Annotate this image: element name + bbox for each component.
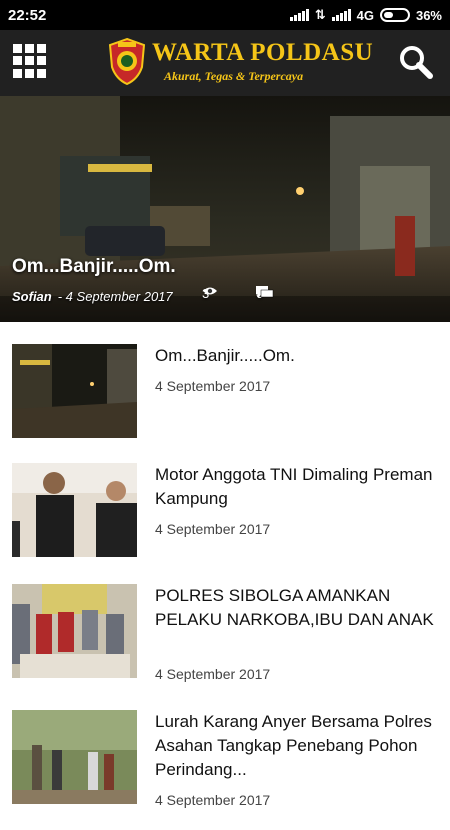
views-count: 3 [202,286,217,301]
article-thumbnail [12,463,137,557]
article-date: 4 September 2017 [155,521,271,537]
search-icon[interactable] [398,44,434,80]
status-bar: 22:52 ⇅ 4G 36% [0,0,450,30]
article-date: 4 September 2017 [155,378,271,394]
eye-icon [203,287,217,295]
list-item[interactable]: Motor Anggota TNI Dimaling Preman Kampun… [0,463,450,583]
status-time: 22:52 [8,6,47,24]
battery-icon [379,8,410,22]
data-transfer-icon: ⇅ [314,7,326,22]
featured-author[interactable]: Sofian [12,289,52,304]
article-thumbnail [12,344,137,438]
grid-menu-icon[interactable] [13,44,47,78]
logo-tagline: Akurat, Tegas & Terpercaya [164,69,304,83]
article-title[interactable]: POLRES SIBOLGA AMANKAN PELAKU NARKOBA,IB… [155,584,435,632]
app-bar: WARTA POLDASU Akurat, Tegas & Terpercaya [0,30,450,96]
battery-level: 36% [415,7,442,23]
list-item[interactable]: POLRES SIBOLGA AMANKAN PELAKU NARKOBA,IB… [0,584,450,704]
article-date: 4 September 2017 [155,666,271,682]
article-title[interactable]: Om...Banjir.....Om. [155,344,435,368]
signal-icon [289,9,309,21]
list-item[interactable]: Lurah Karang Anyer Bersama Polres Asahan… [0,710,450,830]
article-date: 4 September 2017 [155,792,271,808]
featured-article[interactable]: Om...Banjir.....Om. Sofian - 4 September… [0,96,450,322]
featured-meta: Sofian - 4 September 2017 3 0 [12,286,442,306]
app-logo[interactable]: WARTA POLDASU Akurat, Tegas & Terpercaya [108,37,373,89]
list-item[interactable]: Om...Banjir.....Om. 4 September 2017 [0,344,450,464]
article-title[interactable]: Motor Anggota TNI Dimaling Preman Kampun… [155,463,435,511]
comments-count[interactable]: 0 [256,286,274,301]
signal-icon-2 [331,9,351,21]
network-type: 4G [356,7,374,23]
featured-date: - 4 September 2017 [57,288,173,304]
article-thumbnail [12,584,137,678]
logo-title: WARTA POLDASU [152,39,374,66]
featured-title[interactable]: Om...Banjir.....Om. [12,256,176,278]
article-thumbnail [12,710,137,804]
comment-icon [256,286,274,298]
police-badge-icon [108,37,146,85]
status-icons: ⇅ 4G 36% [289,7,442,23]
article-title[interactable]: Lurah Karang Anyer Bersama Polres Asahan… [155,710,435,782]
